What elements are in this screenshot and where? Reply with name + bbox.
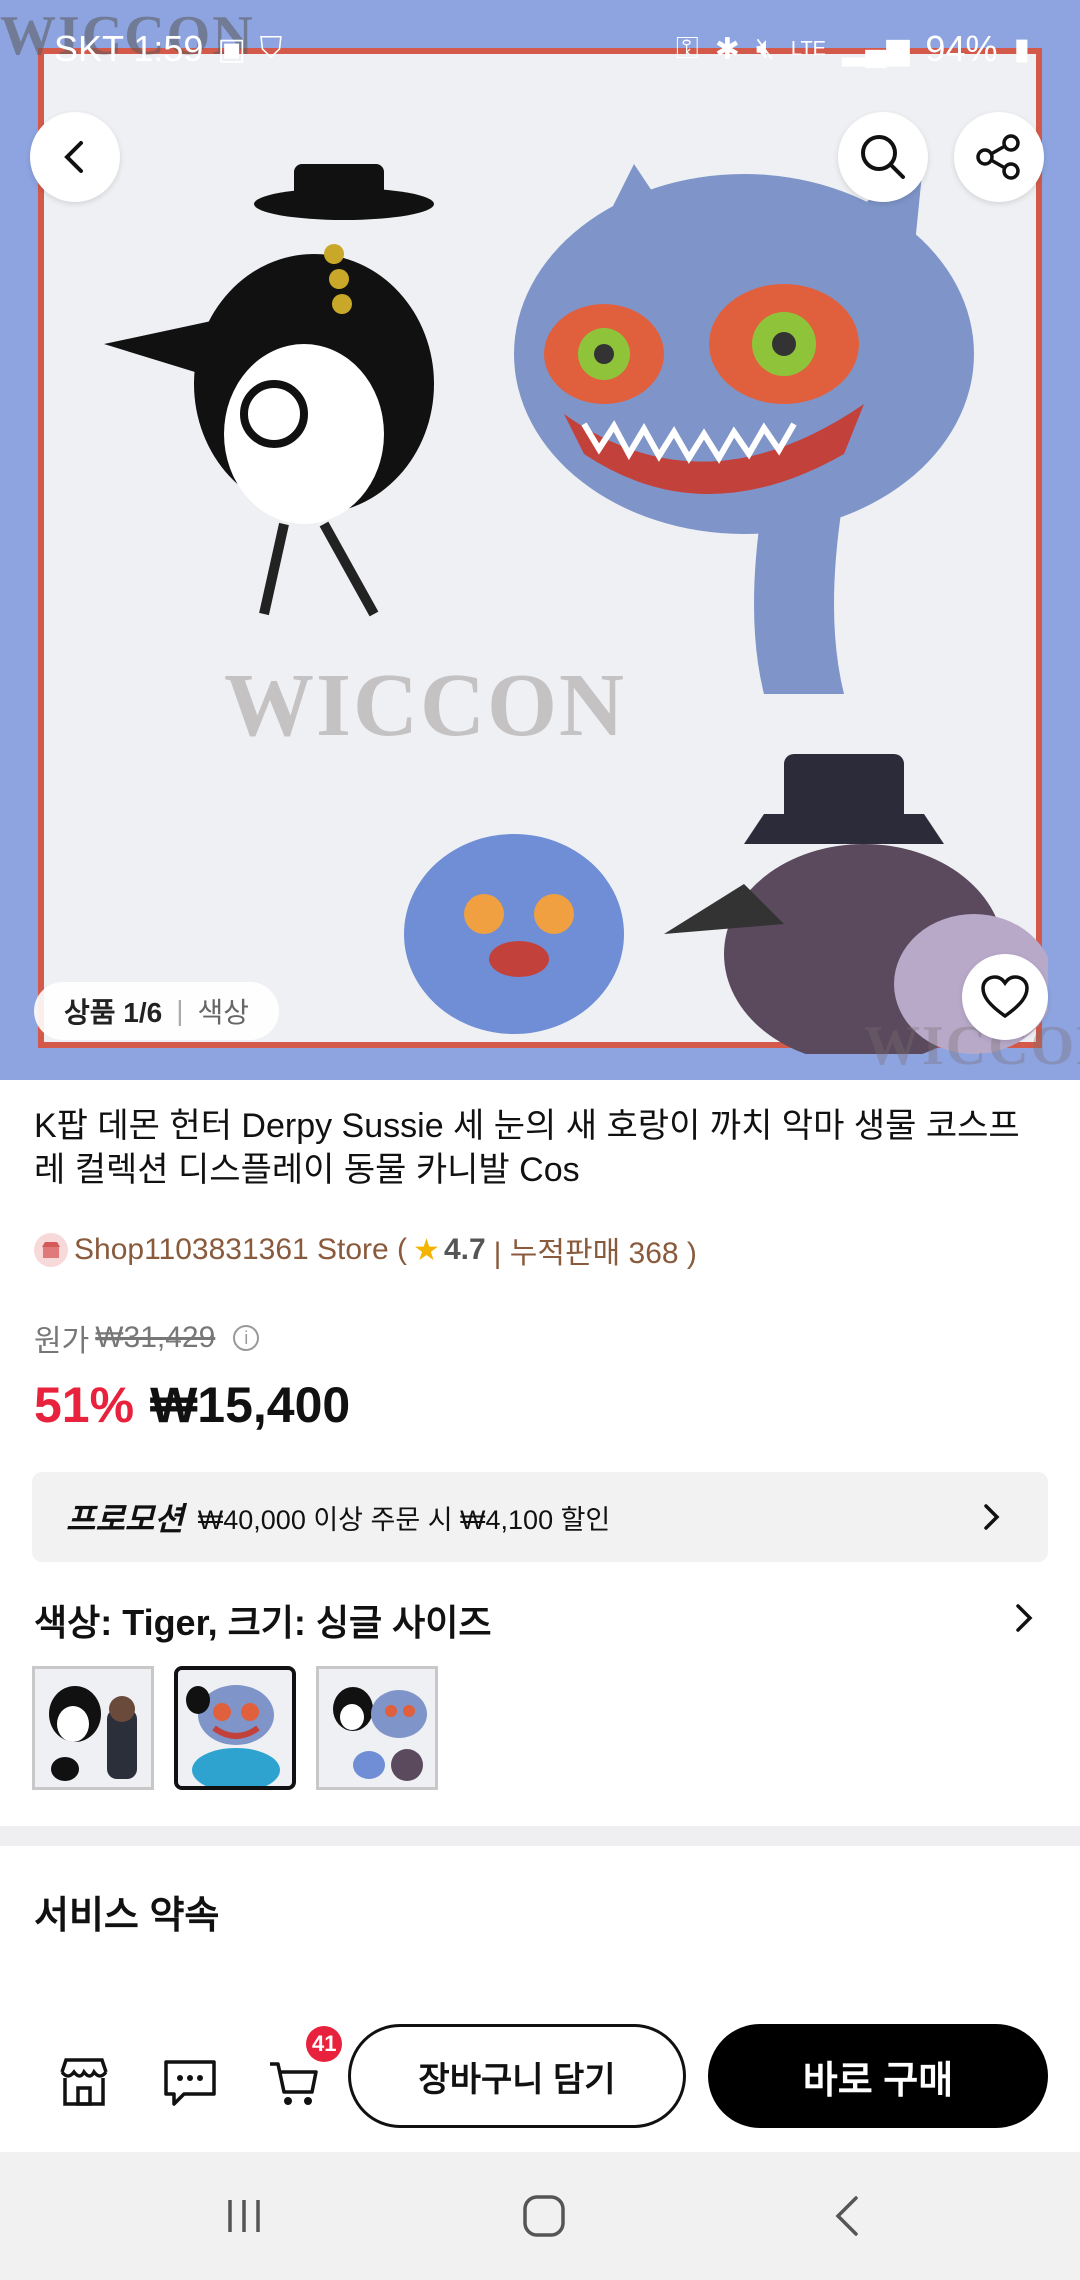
sale-price: ₩15,400 <box>150 1377 351 1433</box>
recent-apps-button[interactable] <box>214 2186 274 2246</box>
home-button[interactable] <box>514 2186 574 2246</box>
share-icon <box>976 134 1020 180</box>
chat-button[interactable] <box>158 2050 222 2114</box>
back-arrow-icon <box>835 2196 858 2236</box>
gallery-icon: ▣ <box>217 32 246 66</box>
battery-icon: ▮ <box>1013 32 1030 66</box>
store-icon <box>60 2058 108 2106</box>
status-time: SKT 1:59 <box>54 28 204 69</box>
separator: | <box>176 995 184 1026</box>
search-button[interactable] <box>838 112 928 202</box>
watermark: WICCON <box>224 656 627 755</box>
add-to-cart-button[interactable]: 장바구니 담기 <box>348 2024 686 2128</box>
store-badge-icon <box>34 1233 68 1267</box>
network-label: LTE <box>790 37 827 60</box>
option-thumbnail[interactable] <box>32 1666 154 1790</box>
price-row: 51% ₩15,400 <box>34 1376 350 1434</box>
home-icon <box>523 2195 565 2237</box>
chevron-right-icon <box>984 1504 1000 1530</box>
original-price: ₩31,429 <box>95 1321 216 1354</box>
recent-apps-icon <box>228 2200 260 2232</box>
battery-percent: 94% <box>925 28 998 69</box>
chevron-left-icon <box>64 141 83 173</box>
cart-icon <box>270 2062 318 2105</box>
promotion-banner[interactable]: 프로모션 ₩40,000 이상 주문 시 ₩4,100 할인 <box>32 1472 1048 1562</box>
key-icon: ⚿ <box>675 32 699 65</box>
product-illustration <box>104 154 1054 1064</box>
option-thumbnail-selected[interactable] <box>174 1666 296 1790</box>
system-back-button[interactable] <box>818 2186 878 2246</box>
star-icon: ★ <box>413 1233 440 1267</box>
option-label: 색상: Tiger, 크기: 싱글 사이즈 <box>34 1602 492 1643</box>
chevron-right-icon <box>1016 1604 1033 1632</box>
mute-icon: 🔇︎ <box>755 32 775 65</box>
original-price-label: 원가 <box>34 1325 90 1358</box>
product-title: K팝 데몬 헌터 Derpy Sussie 세 눈의 새 호랑이 까치 악마 생… <box>34 1107 1020 1189</box>
option-thumbnail[interactable] <box>316 1666 438 1790</box>
store-sales: | 누적판매 368 ) <box>493 1237 697 1270</box>
chat-icon <box>164 2060 216 2106</box>
original-price-row: 원가 ₩31,429 i <box>34 1316 260 1360</box>
system-navigation-bar <box>0 2152 1080 2280</box>
shield-icon: ⛉ <box>259 32 283 65</box>
info-icon[interactable]: i <box>233 1325 260 1351</box>
image-counter-category: 색상 <box>197 997 250 1028</box>
buy-now-button[interactable]: 바로 구매 <box>708 2024 1048 2128</box>
share-button[interactable] <box>954 112 1044 202</box>
search-icon <box>861 135 905 179</box>
back-button[interactable] <box>30 112 120 202</box>
service-section-title: 서비스 약속 <box>34 1895 220 1937</box>
wishlist-button[interactable] <box>962 954 1048 1040</box>
heart-icon <box>981 975 1029 1019</box>
promotion-text: ₩40,000 이상 주문 시 ₩4,100 할인 <box>197 1504 611 1535</box>
image-counter: 상품 1/6 | 색상 <box>34 982 280 1040</box>
option-thumbnails <box>32 1666 438 1790</box>
section-divider <box>0 1826 1080 1846</box>
product-image-gallery[interactable]: WICCON WICCON WICCON SKT 1:59 ▣ ⛉ ⚿ ✱ 🔇︎… <box>0 0 1080 1080</box>
status-bar: SKT 1:59 ▣ ⛉ ⚿ ✱ 🔇︎ LTE ▂▄▆ 94% ▮ <box>0 0 1080 100</box>
image-counter-index: 상품 1/6 <box>64 997 163 1028</box>
store-rating: 4.7 <box>443 1233 486 1266</box>
store-name: Shop1103831361 Store ( <box>74 1233 408 1266</box>
signal-icon: ▂▄▆ <box>842 32 910 66</box>
bluetooth-icon: ✱ <box>714 32 740 66</box>
store-button[interactable] <box>52 2050 116 2114</box>
option-selector[interactable]: 색상: Tiger, 크기: 싱글 사이즈 <box>34 1594 1044 1646</box>
discount-rate: 51% <box>34 1377 135 1433</box>
store-link[interactable]: Shop1103831361 Store ( ★ 4.7 | 누적판매 368 … <box>34 1228 697 1272</box>
promotion-tag: 프로모션 <box>66 1501 184 1537</box>
